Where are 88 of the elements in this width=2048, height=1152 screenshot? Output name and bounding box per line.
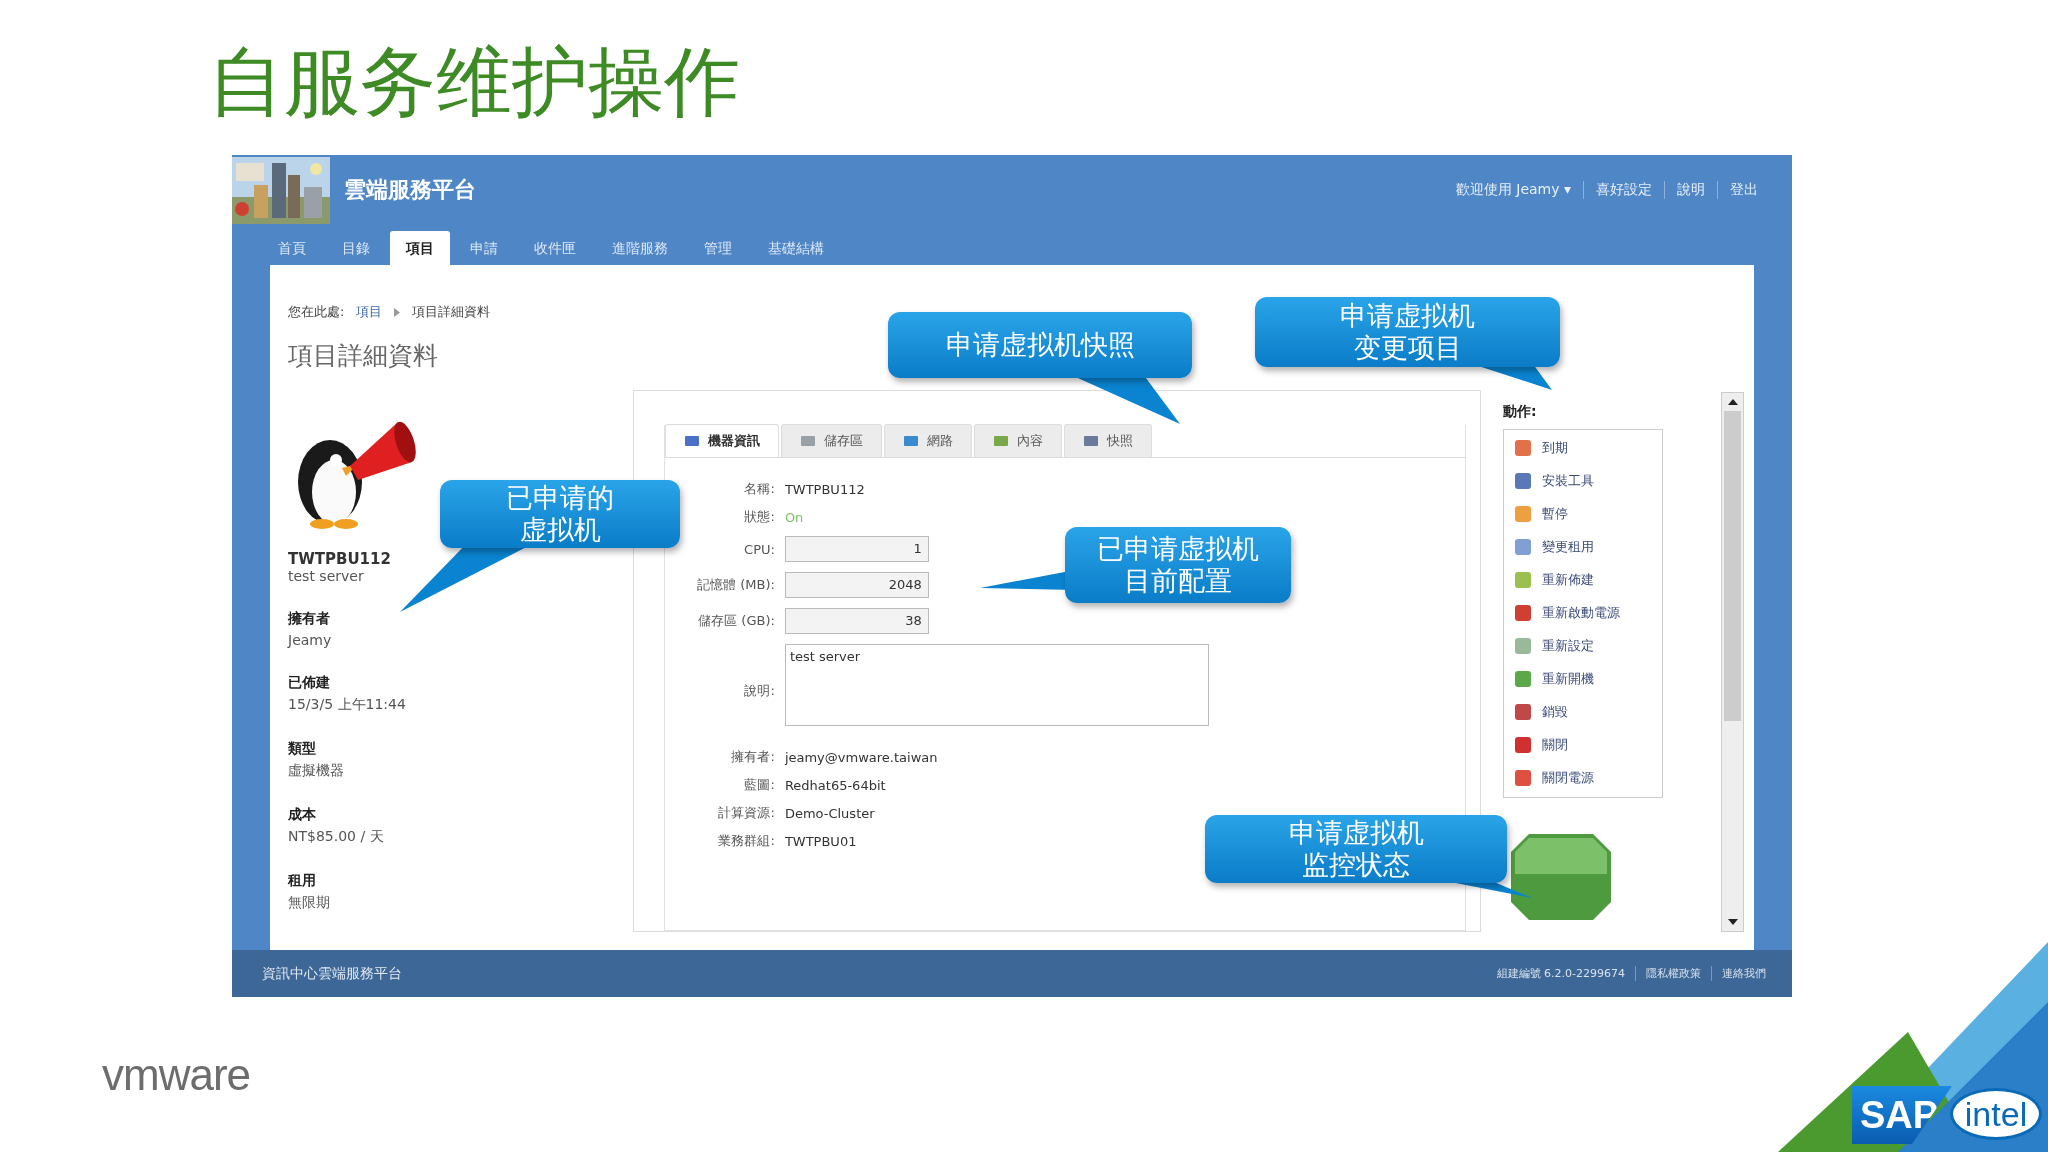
header-link[interactable]: 說明 [1664, 181, 1717, 199]
detail-tab[interactable]: 網路 [883, 424, 972, 457]
number-field[interactable]: 1 [784, 536, 929, 562]
chevron-icon [394, 307, 401, 317]
field-value: Redhat65-64bit [784, 777, 887, 793]
detail-tab[interactable]: 機器資訊 [664, 424, 779, 457]
tab-icon [1082, 434, 1099, 448]
tab-icon [902, 434, 919, 448]
property-label: 類型 [288, 740, 317, 758]
tab-icon [799, 434, 816, 448]
field-value: Demo-Cluster [784, 805, 876, 821]
field-label: CPU: [743, 541, 775, 557]
property-label: 已佈建 [288, 674, 331, 692]
square-icon [1513, 636, 1532, 655]
action-item[interactable]: 變更租用 [1513, 535, 1662, 558]
field-value: TWTPBU112 [784, 481, 866, 497]
property-value: 無限期 [288, 894, 331, 912]
number-field[interactable]: 2048 [784, 572, 929, 598]
action-item[interactable]: 銷毀 [1513, 700, 1662, 723]
number-field[interactable]: 38 [784, 608, 929, 634]
field-label: 擁有者: [730, 748, 775, 766]
action-item[interactable]: 重新佈建 [1513, 568, 1662, 591]
scroll-up-icon[interactable] [1727, 399, 1738, 405]
field-value: jeamy@vmware.taiwan [784, 749, 939, 765]
square-icon [1513, 504, 1532, 523]
footer-link[interactable]: 隱私權政策 [1635, 966, 1711, 981]
action-item[interactable]: 安裝工具 [1513, 469, 1662, 492]
field-label: 計算資源: [717, 804, 775, 822]
detail-tab[interactable]: 內容 [973, 424, 1062, 457]
square-icon [1513, 570, 1532, 589]
item-description: test server [288, 568, 365, 584]
property-label: 租用 [288, 872, 317, 890]
item-name: TWTPBU112 [288, 550, 391, 568]
scroll-down-icon[interactable] [1727, 919, 1738, 925]
square-icon [1513, 669, 1532, 688]
action-item[interactable]: 暫停 [1513, 502, 1662, 525]
action-item[interactable]: 關閉 [1513, 733, 1662, 756]
square-icon [1513, 702, 1532, 721]
action-item[interactable]: 重新開機 [1513, 667, 1662, 690]
detail-tab[interactable]: 快照 [1063, 424, 1152, 457]
action-item[interactable]: 到期 [1513, 436, 1662, 459]
field-label: 名稱: [743, 480, 775, 498]
square-icon [1513, 603, 1532, 622]
slide-title: 自服务维护操作 [208, 44, 740, 120]
breadcrumb-label: 您在此處: [288, 303, 345, 321]
tab-icon [683, 434, 700, 448]
action-item[interactable]: 重新設定 [1513, 634, 1662, 657]
scrollbar[interactable] [1721, 392, 1744, 932]
field-label: 記憶體 (MB): [696, 576, 775, 594]
square-icon [1513, 768, 1532, 787]
property-value: NT$85.00 / 天 [288, 828, 385, 846]
callout: 已申请虚拟机 目前配置 [1065, 527, 1291, 603]
tab-icon [992, 434, 1009, 448]
callout: 申请虚拟机 监控状态 [1205, 815, 1507, 883]
field-label: 說明: [743, 682, 775, 700]
square-icon [1513, 537, 1532, 556]
property-label: 成本 [288, 806, 317, 824]
field-label: 業務群組: [717, 832, 775, 850]
nav-tab[interactable]: 項目 [390, 231, 450, 265]
action-item[interactable]: 關閉電源 [1513, 766, 1662, 789]
app-title: 雲端服務平台 [344, 176, 477, 204]
actions-title: 動作: [1502, 403, 1538, 421]
callout: 已申请的 虚拟机 [440, 480, 680, 548]
field-label: 儲存區 (GB): [697, 612, 775, 630]
property-value: 15/3/5 上午11:44 [288, 696, 407, 714]
callout: 申请虚拟机快照 [888, 312, 1192, 378]
action-item[interactable]: 重新啟動電源 [1513, 601, 1662, 624]
status-light-icon [1510, 834, 1611, 920]
detail-tab[interactable]: 儲存區 [780, 424, 882, 457]
property-label: 擁有者 [288, 610, 331, 628]
square-icon [1513, 438, 1532, 457]
status-value: On [784, 509, 805, 525]
breadcrumb-link[interactable]: 項目 [356, 303, 383, 321]
description-field[interactable]: test server [784, 644, 1209, 726]
footer-link[interactable]: 連絡我們 [1711, 966, 1776, 981]
build-number: 組建編號 6.2.0-2299674 [1495, 966, 1626, 981]
page-title: 項目詳細資料 [288, 340, 439, 372]
logo: vmware [102, 1049, 251, 1100]
field-label: 藍圖: [743, 776, 775, 794]
square-icon [1513, 471, 1532, 490]
property-value: Jeamy [288, 632, 333, 648]
footer-title: 資訊中心雲端服務平台 [262, 964, 403, 983]
square-icon [1513, 735, 1532, 754]
breadcrumb-current: 項目詳細資料 [412, 303, 491, 321]
callout: 申请虚拟机 变更项目 [1255, 297, 1560, 367]
field-label: 狀態: [743, 508, 775, 526]
property-value: 虛擬機器 [288, 762, 345, 780]
field-value: TWTPBU01 [784, 833, 858, 849]
